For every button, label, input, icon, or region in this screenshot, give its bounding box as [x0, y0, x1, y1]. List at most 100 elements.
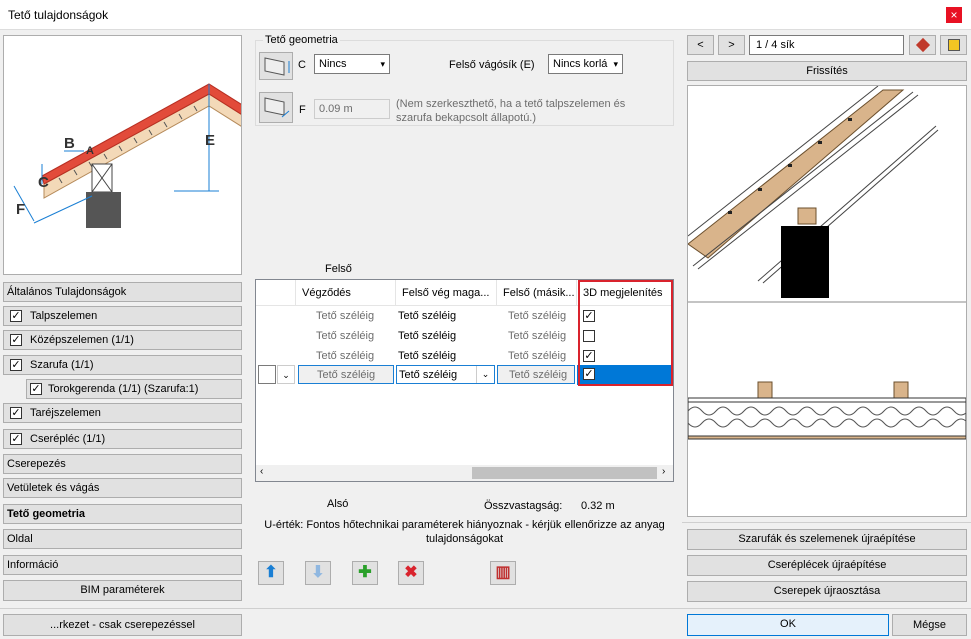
section-cserepezes[interactable]: Cserepezés — [3, 454, 242, 474]
section-label: Információ — [7, 559, 59, 571]
preview-panel — [687, 85, 969, 517]
section-label: Taréjszelemen — [30, 407, 101, 419]
next-plane-button[interactable]: > — [718, 35, 745, 55]
upper-cut-value: Nincs korlá — [553, 58, 608, 70]
section-szarufa[interactable]: ✓ Szarufa (1/1) — [3, 355, 242, 375]
window-title: Tető tulajdonságok — [8, 8, 109, 22]
f-icon — [259, 92, 293, 123]
header-3d[interactable]: 3D megjelenítés — [577, 280, 673, 306]
section-oldal[interactable]: Oldal — [3, 529, 242, 549]
section-label: Középszelemen (1/1) — [30, 334, 134, 346]
tarejszelemen-checkbox[interactable]: ✓ — [10, 407, 22, 419]
scroll-left-icon[interactable]: ‹ — [260, 466, 263, 477]
move-down-button[interactable]: ⬇ — [305, 561, 331, 585]
diamond-icon — [915, 37, 931, 53]
prev-plane-button[interactable]: < — [687, 35, 714, 55]
delete-layer-button[interactable]: ✖ — [398, 561, 424, 585]
section-general[interactable]: Általános Tulajdonságok — [3, 282, 242, 302]
section-label: Vetületek és vágás — [7, 482, 100, 494]
u-value-line2: tulajdonságokat — [425, 533, 504, 545]
row-3d-checkbox[interactable]: ✓ — [583, 310, 595, 322]
f-note-line2: szarufa bekapcsolt állapotú.) — [396, 112, 537, 124]
plane-counter: 1 / 4 sík — [749, 35, 904, 55]
row-edit-felso-veg[interactable]: Tető széléig ⌄ — [396, 365, 495, 384]
f-label: F — [299, 104, 306, 116]
label-a: A — [86, 145, 94, 157]
kozepszelemen-checkbox[interactable]: ✓ — [10, 334, 22, 346]
title-bar: Tető tulajdonságok × — [0, 0, 971, 30]
chevron-down-icon: ▾ — [380, 59, 385, 69]
section-kozepszelemen[interactable]: ✓ Középszelemen (1/1) — [3, 330, 242, 350]
material-button[interactable] — [909, 35, 936, 55]
szarufa-checkbox[interactable]: ✓ — [10, 359, 22, 371]
redistribute-tiles-button[interactable]: Cserepek újraosztása — [687, 581, 967, 602]
section-label: Cserépléc (1/1) — [30, 433, 106, 445]
add-layer-button[interactable]: ✚ — [352, 561, 378, 585]
section-torokgerenda[interactable]: ✓ Torokgerenda (1/1) (Szarufa:1) — [26, 379, 242, 399]
close-button[interactable]: × — [946, 7, 962, 23]
chevron-down-icon[interactable]: ⌄ — [277, 365, 295, 384]
torokgerenda-checkbox[interactable]: ✓ — [30, 383, 42, 395]
section-label: Cserepezés — [7, 458, 66, 470]
label-c: C — [38, 174, 49, 191]
talpszelemen-checkbox[interactable]: ✓ — [10, 310, 22, 322]
chart-button[interactable]: ▥ — [490, 561, 516, 585]
cancel-button[interactable]: Mégse — [892, 614, 967, 636]
arrow-up-icon: ⬆ — [264, 564, 278, 581]
c-label: C — [298, 59, 306, 71]
row-3d-checkbox[interactable]: ✓ — [583, 368, 595, 380]
table-row[interactable]: Tető széléig Tető széléig Tető széléig ✓ — [256, 306, 673, 326]
chevron-down-icon: ▾ — [613, 59, 618, 69]
rebuild-rafters-button[interactable]: Szarufák és szelemenek újraépítése — [687, 529, 967, 550]
section-informacio[interactable]: Információ — [3, 555, 242, 575]
move-up-button[interactable]: ⬆ — [258, 561, 284, 585]
ok-button[interactable]: OK — [687, 614, 889, 636]
delete-icon: ✖ — [404, 564, 418, 581]
label-b: B — [64, 135, 75, 152]
row-cell: Tető széléig — [316, 350, 375, 362]
c-select[interactable]: Nincs ▾ — [314, 54, 390, 74]
bar-chart-icon: ▥ — [495, 564, 511, 581]
chevron-down-icon[interactable]: ⌄ — [476, 366, 494, 383]
rebuild-battens-button[interactable]: Cseréplécek újraépítése — [687, 555, 967, 576]
row-3d-checkbox[interactable]: ✓ — [583, 350, 595, 362]
upper-cut-select[interactable]: Nincs korlá ▾ — [548, 54, 623, 74]
header-vegzodes[interactable]: Végződés — [296, 280, 396, 306]
table-row[interactable]: Tető széléig Tető széléig Tető széléig ✓ — [256, 346, 673, 366]
3d-view-button[interactable] — [940, 35, 967, 55]
bim-parameters-button[interactable]: BIM paraméterek — [3, 580, 242, 601]
header-felso-veg[interactable]: Felső vég maga... — [396, 280, 497, 306]
cserepléc-checkbox[interactable]: ✓ — [10, 433, 22, 445]
row-cell: Tető széléig — [398, 350, 457, 362]
section-teto-geometria[interactable]: Tető geometria — [3, 504, 242, 524]
u-value-line1: U-érték: Fontos hőtechnikai paraméterek … — [264, 519, 665, 531]
c-select-value: Nincs — [319, 58, 347, 70]
f-note-line1: (Nem szerkeszthető, ha a tető talpszelem… — [396, 98, 626, 110]
arrow-down-icon: ⬇ — [311, 564, 325, 581]
row-edit-vegzodes[interactable]: Tető széléig — [298, 365, 394, 384]
header-felso-masik[interactable]: Felső (másik... — [497, 280, 577, 306]
table-row[interactable]: Tető széléig Tető széléig Tető széléig — [256, 326, 673, 346]
row-edit-felso-masik[interactable]: Tető széléig — [497, 365, 575, 384]
f-value-field: 0.09 m — [314, 99, 390, 119]
section-tarejszelemen[interactable]: ✓ Taréjszelemen — [3, 403, 242, 423]
layer-grid[interactable]: Végződés Felső vég maga... Felső (másik.… — [255, 279, 674, 482]
row-cell: Tető széléig — [398, 310, 457, 322]
scroll-right-icon[interactable]: › — [662, 466, 665, 477]
section-cserepléc[interactable]: ✓ Cserépléc (1/1) — [3, 429, 242, 449]
row-edit-3d-cell[interactable]: ✓ — [577, 365, 673, 385]
table-row-selected[interactable]: ⌄ Tető széléig Tető széléig ⌄ Tető széléi… — [256, 365, 673, 385]
section-vetuletek[interactable]: Vetületek és vágás — [3, 478, 242, 498]
refresh-button[interactable]: Frissítés — [687, 61, 967, 81]
row-cell: Tető széléig — [508, 330, 567, 342]
scrollbar-thumb[interactable] — [472, 467, 657, 479]
section-label: Tető geometria — [7, 508, 86, 520]
thickness-value: 0.32 m — [581, 500, 615, 512]
structure-only-tiles-button[interactable]: ...rkezet - csak cserepezéssel — [3, 614, 242, 636]
section-talpszelemen[interactable]: ✓ Talpszelemen — [3, 306, 242, 326]
horizontal-scrollbar[interactable]: ‹ › — [256, 465, 673, 481]
row-3d-checkbox[interactable] — [583, 330, 595, 342]
row-selector[interactable] — [258, 365, 276, 384]
c-icon — [259, 52, 293, 80]
geometry-group-title: Tető geometria — [263, 34, 340, 46]
